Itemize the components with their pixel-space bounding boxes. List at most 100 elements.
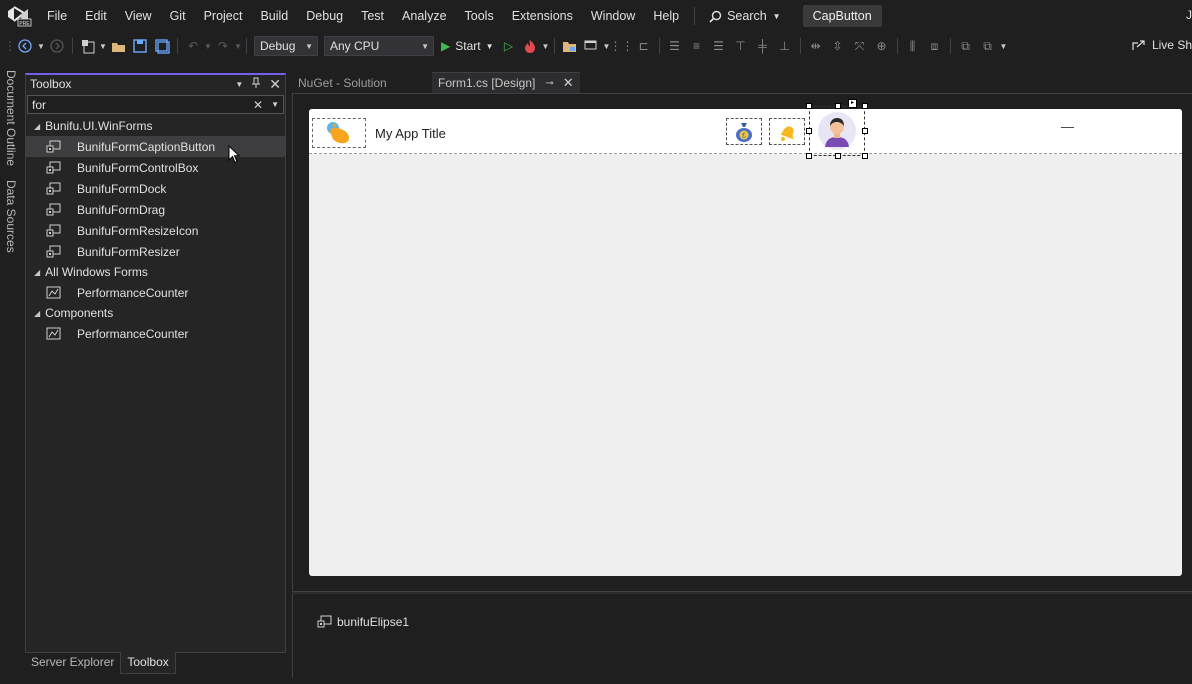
- resize-handle[interactable]: [806, 153, 812, 159]
- align-middle-icon[interactable]: ╪: [752, 36, 774, 56]
- clear-search-icon[interactable]: ✕: [253, 98, 263, 112]
- toolbox-group-components[interactable]: ◢ Components: [26, 303, 285, 323]
- make-same-size-icon[interactable]: ⤧: [849, 36, 871, 56]
- tab-toolbox[interactable]: Toolbox: [120, 652, 176, 674]
- menu-view[interactable]: View: [116, 0, 161, 32]
- caption-button-money[interactable]: £: [726, 118, 762, 145]
- make-same-height-icon[interactable]: ⇳: [827, 36, 849, 56]
- toolbox-item-bunifuformcaptionbutton[interactable]: BunifuFormCaptionButton: [26, 136, 285, 157]
- resize-handle[interactable]: [862, 128, 868, 134]
- app-logo-picturebox[interactable]: [312, 118, 366, 148]
- caption-button-bell[interactable]: [769, 118, 805, 145]
- menu-file[interactable]: File: [38, 0, 76, 32]
- toolbox-item-bunifuformdrag[interactable]: BunifuFormDrag: [26, 199, 285, 220]
- resize-handle[interactable]: [835, 103, 841, 109]
- form-header-panel[interactable]: My App Title £ ▸ —: [309, 99, 1182, 159]
- resize-handle[interactable]: [806, 103, 812, 109]
- redo-icon[interactable]: ↷: [212, 36, 234, 56]
- user-initial[interactable]: J: [1186, 8, 1192, 22]
- solution-explorer-icon[interactable]: [559, 36, 581, 56]
- dropdown-arrow-icon[interactable]: ▼: [204, 36, 212, 56]
- pin-icon[interactable]: [251, 77, 261, 92]
- tab-data-sources[interactable]: Data Sources: [4, 180, 18, 253]
- start-without-debugging-icon[interactable]: ▷: [498, 36, 520, 56]
- window-position-icon[interactable]: ▼: [235, 80, 243, 89]
- align-bottom-icon[interactable]: ⊥: [774, 36, 796, 56]
- toolbox-item-bunifuformcontrolbox[interactable]: BunifuFormControlBox: [26, 157, 285, 178]
- tab-document-outline[interactable]: Document Outline: [4, 70, 18, 166]
- save-all-icon[interactable]: [151, 36, 173, 56]
- menu-build[interactable]: Build: [251, 0, 297, 32]
- align-lefts-icon[interactable]: ⊏: [633, 36, 655, 56]
- send-to-back-icon[interactable]: ⧉: [977, 36, 999, 56]
- search-options-icon[interactable]: ▼: [271, 100, 279, 109]
- undo-icon[interactable]: ↶: [182, 36, 204, 56]
- toolbox-item-performancecounter[interactable]: PerformanceCounter: [26, 282, 285, 303]
- navigate-forward-icon[interactable]: [46, 36, 68, 56]
- menu-analyze[interactable]: Analyze: [393, 0, 455, 32]
- toolbar-grip-icon[interactable]: ⋮: [4, 36, 16, 56]
- menu-project[interactable]: Project: [195, 0, 252, 32]
- menu-debug[interactable]: Debug: [297, 0, 352, 32]
- size-to-grid-icon[interactable]: ⊕: [871, 36, 893, 56]
- new-project-icon[interactable]: [77, 36, 99, 56]
- make-same-width-icon[interactable]: ⇹: [805, 36, 827, 56]
- tab-form1-design[interactable]: Form1.cs [Design] ⊸ ✕: [432, 72, 580, 93]
- resize-handle[interactable]: [862, 153, 868, 159]
- tab-order-icon[interactable]: [581, 36, 603, 56]
- menu-window[interactable]: Window: [582, 0, 644, 32]
- bring-to-front-icon[interactable]: ⧉: [955, 36, 977, 56]
- align-to-grid-icon[interactable]: ⋮⋮: [610, 36, 634, 56]
- live-share-button[interactable]: Live Sh: [1132, 38, 1192, 52]
- dropdown-arrow-icon[interactable]: ▼: [234, 36, 242, 56]
- visual-studio-logo-icon[interactable]: PRE: [6, 5, 32, 27]
- smart-tag-icon[interactable]: ▸: [848, 99, 857, 108]
- align-left-icon[interactable]: ☰: [664, 36, 686, 56]
- menu-git[interactable]: Git: [161, 0, 195, 32]
- toolbox-group-all-windows-forms[interactable]: ◢ All Windows Forms: [26, 262, 285, 282]
- solution-name-badge[interactable]: CapButton: [802, 5, 882, 27]
- close-icon[interactable]: ✕: [269, 76, 281, 93]
- toolbox-item-bunifuformresizeicon[interactable]: BunifuFormResizeIcon: [26, 220, 285, 241]
- tab-nuget-solution[interactable]: NuGet - Solution: [292, 72, 426, 93]
- horizontal-spacing-icon[interactable]: ⫼: [902, 36, 924, 56]
- pin-tab-icon[interactable]: ⊸: [545, 78, 553, 89]
- minimize-caption-glyph[interactable]: —: [1061, 119, 1074, 134]
- save-icon[interactable]: [129, 36, 151, 56]
- dropdown-arrow-icon[interactable]: ▼: [36, 36, 46, 56]
- toolbox-item-bunifuformdock[interactable]: BunifuFormDock: [26, 178, 285, 199]
- toolbox-group-bunifu[interactable]: ◢ Bunifu.UI.WinForms: [26, 116, 285, 136]
- toolbox-item-bunifuformresizer[interactable]: BunifuFormResizer: [26, 241, 285, 262]
- solution-configuration-select[interactable]: Debug ▼: [254, 36, 318, 56]
- menu-extensions[interactable]: Extensions: [503, 0, 582, 32]
- form1-canvas[interactable]: My App Title £ ▸ —: [309, 99, 1182, 576]
- menu-edit[interactable]: Edit: [76, 0, 116, 32]
- align-top-icon[interactable]: ⊤: [730, 36, 752, 56]
- navigate-back-icon[interactable]: [14, 36, 36, 56]
- component-bunifuelipse1[interactable]: bunifuElipse1: [317, 615, 409, 629]
- app-title-label[interactable]: My App Title: [375, 126, 446, 141]
- menu-help[interactable]: Help: [644, 0, 688, 32]
- dropdown-arrow-icon[interactable]: ▼: [542, 36, 550, 56]
- toolbar-overflow-icon[interactable]: ▼: [999, 36, 1009, 56]
- resize-handle[interactable]: [862, 103, 868, 109]
- menu-test[interactable]: Test: [352, 0, 393, 32]
- hot-reload-icon[interactable]: [520, 36, 542, 56]
- solution-platform-select[interactable]: Any CPU ▼: [324, 36, 434, 56]
- start-debugging-button[interactable]: ▶ Start ▼: [441, 39, 494, 53]
- user-avatar-picturebox[interactable]: ▸: [806, 99, 868, 159]
- vertical-spacing-icon[interactable]: ⧈: [924, 36, 946, 56]
- align-right-icon[interactable]: ☰: [708, 36, 730, 56]
- menu-tools[interactable]: Tools: [456, 0, 503, 32]
- close-tab-icon[interactable]: ✕: [563, 75, 574, 91]
- dropdown-arrow-icon[interactable]: ▼: [99, 36, 107, 56]
- resize-handle[interactable]: [835, 153, 841, 159]
- align-center-icon[interactable]: ≡: [686, 36, 708, 56]
- open-folder-icon[interactable]: [107, 36, 129, 56]
- toolbox-item-performancecounter[interactable]: PerformanceCounter: [26, 323, 285, 344]
- expand-triangle-icon: ◢: [34, 308, 41, 318]
- tab-server-explorer[interactable]: Server Explorer: [25, 652, 120, 674]
- toolbox-search-input[interactable]: [32, 97, 232, 112]
- search-button[interactable]: Search ▼: [701, 9, 789, 23]
- resize-handle[interactable]: [806, 128, 812, 134]
